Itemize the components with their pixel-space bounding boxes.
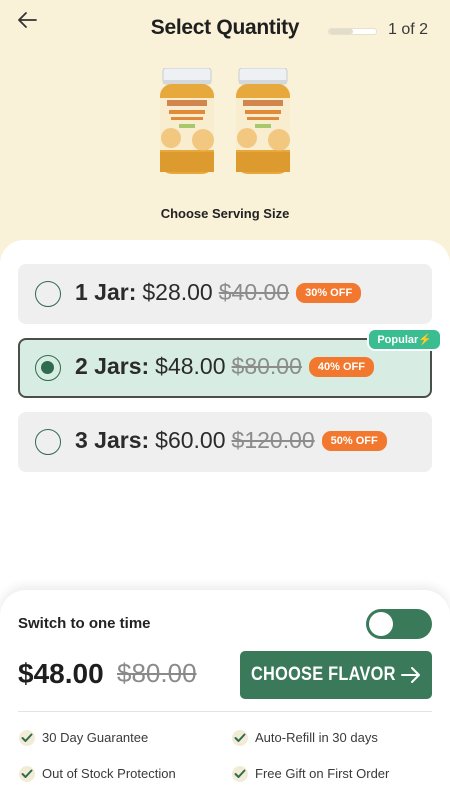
step-indicator: 1 of 2: [388, 21, 429, 38]
radio-button-selected[interactable]: [35, 355, 61, 381]
perk-label: Free Gift on First Order: [255, 766, 390, 781]
check-icon: [232, 766, 248, 782]
option-original-price: $120.00: [231, 427, 315, 453]
option-label: 2 Jars: $48.00 $80.00 40% OFF: [75, 353, 374, 380]
discount-badge: 40% OFF: [308, 357, 374, 377]
perk-item: Free Gift on First Order: [232, 766, 389, 782]
radio-button[interactable]: [35, 429, 61, 455]
choose-flavor-button[interactable]: CHOOSE FLAVOR: [240, 651, 432, 699]
step-progress-bar: [328, 28, 377, 35]
check-icon: [19, 766, 35, 782]
arrow-right-icon: [401, 667, 420, 683]
perk-label: 30 Day Guarantee: [42, 730, 149, 745]
option-label: 1 Jar: $28.00 $40.00 30% OFF: [75, 279, 362, 306]
total-price: $48.00: [18, 658, 104, 689]
option-price: $28.00: [142, 279, 213, 305]
perk-item: Auto-Refill in 30 days: [232, 730, 378, 746]
option-price: $48.00: [155, 353, 226, 379]
option-quantity: 1 Jar:: [75, 279, 137, 305]
product-hero: Select Quantity 1 of 2 Choose Serving Si…: [0, 0, 450, 262]
quantity-option-2-jars[interactable]: 2 Jars: $48.00 $80.00 40% OFF Popular⚡: [18, 328, 442, 398]
check-icon: [19, 730, 35, 746]
total-original-price: $80.00: [117, 658, 197, 688]
toggle-knob: [369, 612, 393, 636]
radio-dot: [41, 361, 54, 374]
discount-badge: 50% OFF: [321, 431, 387, 451]
option-quantity: 2 Jars:: [75, 353, 150, 379]
one-time-switch-label: Switch to one time: [18, 615, 151, 632]
sea-moss-jar-icon: [236, 68, 290, 174]
option-price: $60.00: [155, 427, 226, 453]
perk-label: Out of Stock Protection: [42, 766, 176, 781]
radio-button[interactable]: [35, 281, 61, 307]
perk-item: 30 Day Guarantee: [19, 730, 148, 746]
option-original-price: $40.00: [218, 279, 290, 305]
sea-moss-jar-icon: [160, 68, 214, 174]
divider: [18, 711, 432, 712]
page-title: Select Quantity: [150, 16, 300, 39]
serving-size-heading: Choose Serving Size: [160, 206, 290, 221]
quantity-option-3-jars[interactable]: 3 Jars: $60.00 $120.00 50% OFF: [18, 412, 432, 472]
step-progress-fill: [329, 29, 353, 34]
option-original-price: $80.00: [231, 353, 302, 379]
one-time-toggle[interactable]: [366, 609, 432, 639]
perk-item: Out of Stock Protection: [19, 766, 176, 782]
quantity-option-1-jar[interactable]: 1 Jar: $28.00 $40.00 30% OFF: [18, 264, 432, 324]
option-quantity: 3 Jars:: [75, 427, 150, 453]
perk-label: Auto-Refill in 30 days: [255, 730, 378, 745]
cta-label: CHOOSE FLAVOR: [251, 664, 396, 685]
discount-badge: 30% OFF: [296, 283, 362, 303]
popular-badge: Popular⚡: [367, 328, 442, 351]
checkout-panel: Switch to one time $48.00 $80.00 CHOOSE …: [0, 590, 450, 800]
check-icon: [232, 730, 248, 746]
option-label: 3 Jars: $60.00 $120.00 50% OFF: [75, 427, 387, 454]
